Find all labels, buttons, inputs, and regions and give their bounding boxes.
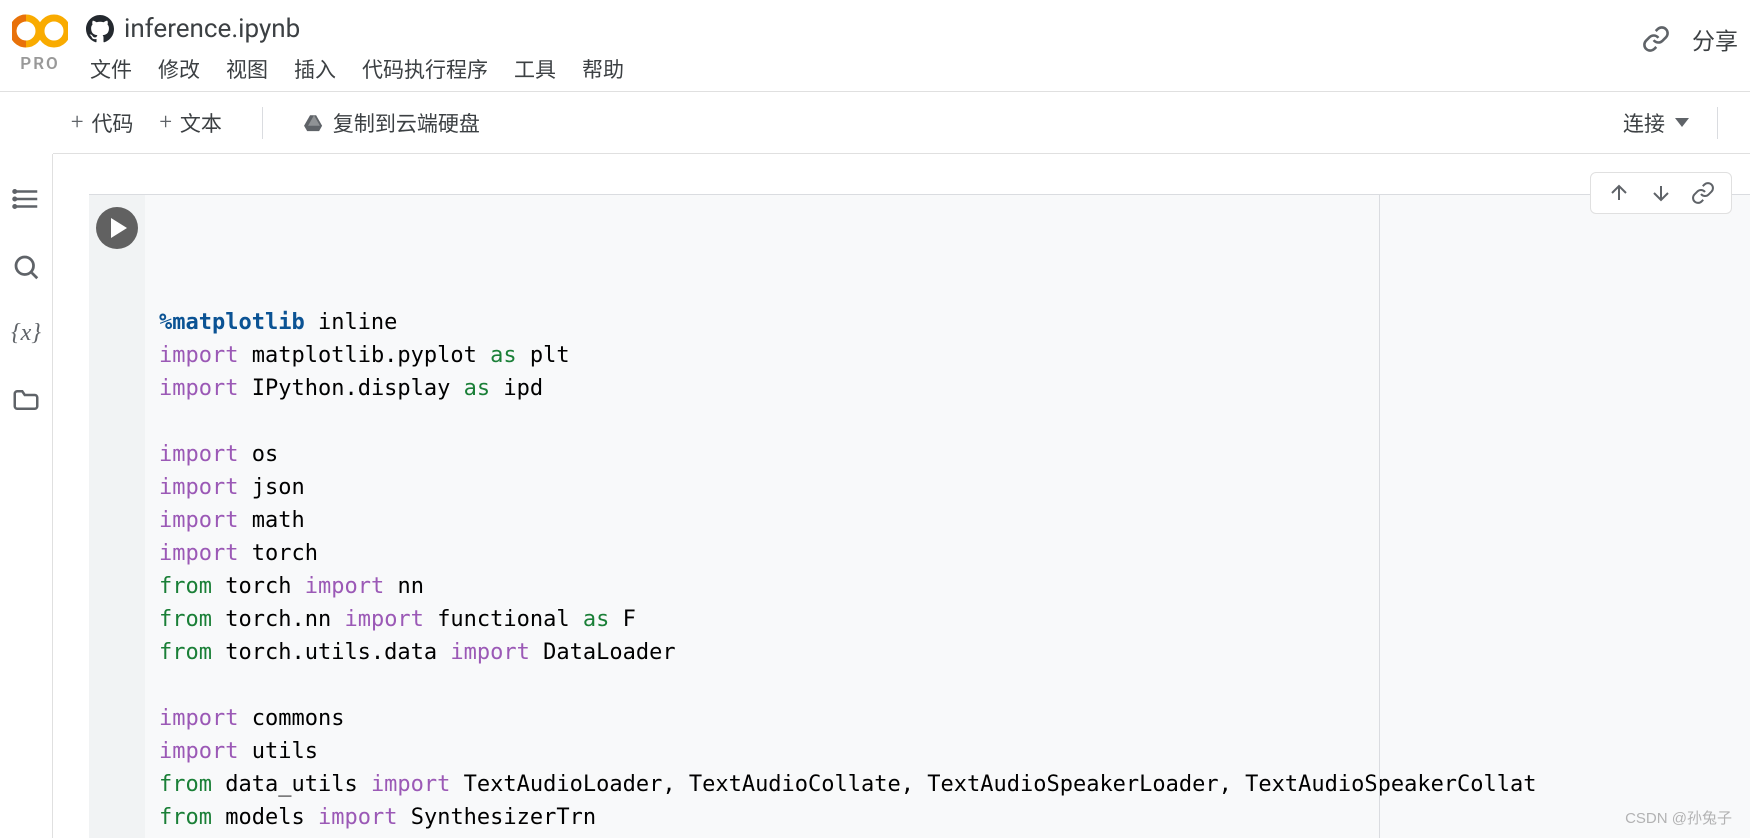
plus-icon: + — [159, 110, 171, 135]
header-actions: 分享 — [1642, 8, 1738, 56]
add-code-label: 代码 — [91, 108, 133, 138]
variables-icon[interactable]: {x} — [11, 320, 41, 347]
move-up-icon[interactable] — [1607, 181, 1631, 205]
toolbar-right: 连接 — [1623, 107, 1732, 139]
cell-link-icon[interactable] — [1691, 181, 1715, 205]
menu-bar: 文件 修改 视图 插入 代码执行程序 工具 帮助 — [86, 48, 1642, 94]
menu-tools[interactable]: 工具 — [514, 54, 556, 84]
plus-icon: + — [71, 110, 83, 135]
title-row: inference.ipynb — [86, 8, 1642, 48]
toolbar-left: + 代码 + 文本 复制到云端硬盘 — [71, 107, 480, 139]
add-code-button[interactable]: + 代码 — [71, 108, 133, 138]
left-rail: {x} — [0, 154, 53, 838]
search-icon[interactable] — [11, 252, 41, 282]
share-button[interactable]: 分享 — [1692, 22, 1738, 56]
connect-label: 连接 — [1623, 108, 1665, 138]
body: {x} %matplotlib inlineimport matplotlib.… — [0, 154, 1750, 838]
add-text-label: 文本 — [180, 108, 222, 138]
github-icon — [86, 15, 114, 43]
document-title[interactable]: inference.ipynb — [124, 14, 300, 44]
code-editor[interactable]: %matplotlib inlineimport matplotlib.pypl… — [145, 195, 1750, 838]
chevron-down-icon — [1675, 118, 1689, 127]
header: PRO inference.ipynb 文件 修改 视图 插入 代码执行程序 工… — [0, 0, 1750, 92]
output-divider — [1379, 195, 1380, 838]
toolbar-divider — [1717, 107, 1718, 139]
drive-icon — [303, 112, 325, 134]
toolbar-divider — [262, 107, 263, 139]
toolbar: + 代码 + 文本 复制到云端硬盘 连接 — [53, 92, 1750, 154]
colab-logo[interactable]: PRO — [12, 8, 68, 74]
menu-insert[interactable]: 插入 — [294, 54, 336, 84]
connect-button[interactable]: 连接 — [1623, 108, 1689, 138]
menu-file[interactable]: 文件 — [90, 54, 132, 84]
copy-to-drive-button[interactable]: 复制到云端硬盘 — [303, 108, 480, 138]
menu-runtime[interactable]: 代码执行程序 — [362, 54, 488, 84]
header-main: inference.ipynb 文件 修改 视图 插入 代码执行程序 工具 帮助 — [86, 8, 1642, 94]
folder-icon[interactable] — [11, 385, 41, 415]
run-button[interactable] — [96, 207, 138, 249]
cell-action-toolbar — [1590, 172, 1732, 214]
play-icon — [111, 218, 127, 238]
cell-gutter — [89, 195, 145, 838]
menu-help[interactable]: 帮助 — [582, 54, 624, 84]
menu-edit[interactable]: 修改 — [158, 54, 200, 84]
colab-logo-icon — [12, 12, 68, 50]
watermark: CSDN @孙兔子 — [1625, 807, 1732, 828]
pro-badge: PRO — [20, 54, 59, 74]
link-icon[interactable] — [1642, 25, 1670, 53]
move-down-icon[interactable] — [1649, 181, 1673, 205]
copy-to-drive-label: 复制到云端硬盘 — [333, 108, 480, 138]
add-text-button[interactable]: + 文本 — [159, 108, 221, 138]
toc-icon[interactable] — [11, 184, 41, 214]
code-cell: %matplotlib inlineimport matplotlib.pypl… — [89, 194, 1750, 838]
notebook-content: %matplotlib inlineimport matplotlib.pypl… — [53, 154, 1750, 838]
menu-view[interactable]: 视图 — [226, 54, 268, 84]
